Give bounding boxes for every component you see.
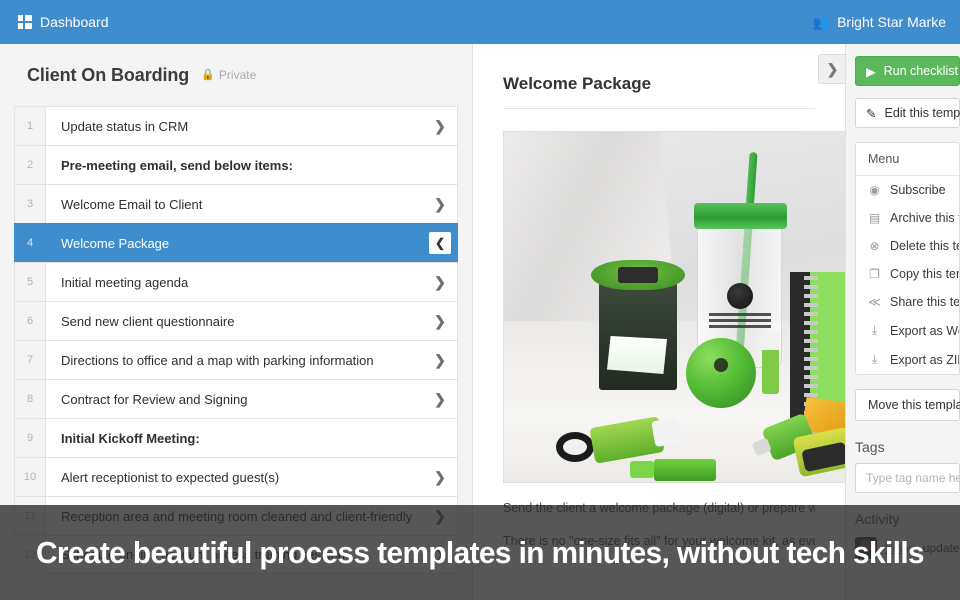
menu-item[interactable]: ⤓ Export as Wo xyxy=(856,316,959,345)
menu-item-label: Export as Wo xyxy=(890,323,960,338)
chevron-right-icon[interactable]: ❯ xyxy=(423,380,457,418)
chevron-right-icon[interactable]: ❯ xyxy=(423,107,457,145)
checklist-item-number: 6 xyxy=(15,302,46,340)
menu-item[interactable]: ⊗ Delete this ter xyxy=(856,232,959,260)
move-template-label: Move this templa xyxy=(868,398,960,412)
chevron-right-icon: ❯ xyxy=(826,60,839,77)
menu-title: Menu xyxy=(856,143,959,176)
organization-menu[interactable]: 👥 Bright Star Marke xyxy=(813,14,946,30)
edit-template-label: Edit this temp xyxy=(884,106,960,120)
menu-item-label: Subscribe xyxy=(890,183,946,197)
top-navigation-bar: Dashboard 👥 Bright Star Marke xyxy=(0,0,960,44)
checklist-item-number: 1 xyxy=(15,107,46,145)
menu-item-label: Export as ZIP xyxy=(890,352,960,367)
chevron-right-icon[interactable]: ❯ xyxy=(423,185,457,223)
checklist-item-label: Contract for Review and Signing xyxy=(61,391,248,407)
checklist-item-number: 8 xyxy=(15,380,46,418)
move-template-button[interactable]: Move this templa xyxy=(855,389,960,421)
chevron-right-icon[interactable]: ❯ xyxy=(423,341,457,379)
play-icon: ▶ xyxy=(866,64,876,79)
menu-list: ◉ Subscribe ▤ Archive this te ⊗ Delete this t… xyxy=(856,176,959,374)
caption-overlay-text: Create beautiful process templates in mi… xyxy=(35,534,925,570)
eye-icon: ◉ xyxy=(869,183,880,197)
checklist-item-label: Welcome Email to Client xyxy=(61,196,203,212)
chevron-right-icon[interactable]: ❯ xyxy=(423,302,457,340)
table-row[interactable]: 2 Pre-meeting email, send below items: xyxy=(14,145,458,184)
copy-icon: ❐ xyxy=(869,267,880,281)
table-row[interactable]: 9 Initial Kickoff Meeting: xyxy=(14,418,458,457)
chevron-right-icon[interactable]: ❯ xyxy=(423,458,457,496)
checklist-item-number: 2 xyxy=(15,146,46,184)
checklist-item-spacer xyxy=(423,146,457,184)
checklist-item-label: Initial Kickoff Meeting: xyxy=(61,430,200,446)
chevron-right-icon[interactable]: ❯ xyxy=(423,263,457,301)
table-row[interactable]: 5 Initial meeting agenda ❯ xyxy=(14,262,458,301)
checklist-item-number: 9 xyxy=(15,419,46,457)
checklist-item-number: 5 xyxy=(15,263,46,301)
template-header: Client On Boarding 🔒 Private xyxy=(0,44,472,106)
menu-item[interactable]: ⤓ Export as ZIP xyxy=(856,345,959,374)
checklist-item-spacer xyxy=(423,419,457,457)
checklist-item-label: Pre-meeting email, send below items: xyxy=(61,157,293,173)
table-row[interactable]: 1 Update status in CRM ❯ xyxy=(14,106,458,145)
checklist-item-label: Initial meeting agenda xyxy=(61,274,189,290)
dashboard-link[interactable]: Dashboard xyxy=(18,14,109,30)
tag-input-placeholder: Type tag name he xyxy=(866,471,960,485)
pencil-icon: ✎ xyxy=(866,106,877,121)
privacy-label: Private xyxy=(218,68,257,82)
welcome-package-photo xyxy=(503,131,845,483)
download-icon: ⤓ xyxy=(871,323,878,337)
delete-circle-icon: ⊗ xyxy=(869,239,880,253)
archive-icon: ▤ xyxy=(868,211,881,225)
checklist-item-number: 7 xyxy=(15,341,46,379)
table-row[interactable]: 6 Send new client questionnaire ❯ xyxy=(14,301,458,340)
menu-item-label: Copy this tem xyxy=(890,267,960,281)
table-row[interactable]: 8 Contract for Review and Signing ❯ xyxy=(14,379,458,418)
checklist-item-number: 4 xyxy=(15,224,46,262)
menu-item[interactable]: ◉ Subscribe xyxy=(856,176,959,204)
task-image-wrapper xyxy=(503,131,845,483)
checklist-item-label: Update status in CRM xyxy=(61,118,189,134)
privacy-badge[interactable]: 🔒 Private xyxy=(201,68,256,82)
checklist-item-label: Send new client questionnaire xyxy=(61,313,235,329)
collapse-panel-button[interactable]: ❮ xyxy=(423,224,457,262)
tag-input[interactable]: Type tag name he xyxy=(855,463,960,493)
edit-template-button[interactable]: ✎ Edit this temp xyxy=(855,98,960,128)
menu-item[interactable]: ≪ Share this ten xyxy=(856,288,959,316)
checklist-items: 1 Update status in CRM ❯ 2 Pre-meeting email… xyxy=(0,106,472,574)
checklist-item-label: Alert receptionist to expected guest(s) xyxy=(61,469,280,485)
app-window: Dashboard 👥 Bright Star Marke Client On … xyxy=(0,0,960,600)
download-icon: ⤓ xyxy=(871,352,878,366)
menu-card: Menu ◉ Subscribe ▤ Archive this te ⊗ Delete t… xyxy=(855,142,960,375)
dashboard-label: Dashboard xyxy=(40,14,109,30)
table-row[interactable]: 10 Alert receptionist to expected guest(s… xyxy=(14,457,458,496)
menu-item-label: Archive this te xyxy=(890,211,959,225)
table-row[interactable]: 3 Welcome Email to Client ❯ xyxy=(14,184,458,223)
task-title: Welcome Package xyxy=(503,74,815,109)
run-checklist-label: Run checklist xyxy=(883,64,958,78)
menu-item-label: Share this ten xyxy=(890,295,960,309)
table-row[interactable]: 4 Welcome Package ❮ xyxy=(14,223,458,262)
page-title: Client On Boarding xyxy=(27,64,190,85)
tags-label: Tags xyxy=(855,439,885,455)
run-checklist-button[interactable]: ▶ Run checklist xyxy=(855,56,960,86)
checklist-item-number: 10 xyxy=(15,458,46,496)
table-row[interactable]: 7 Directions to office and a map with par… xyxy=(14,340,458,379)
menu-item-label: Delete this ter xyxy=(890,239,960,253)
people-icon: 👥 xyxy=(812,14,830,30)
grid-icon xyxy=(18,15,32,29)
checklist-item-label: Directions to office and a map with park… xyxy=(61,352,374,368)
organization-name: Bright Star Marke xyxy=(837,14,946,30)
checklist-item-number: 3 xyxy=(15,185,46,223)
menu-item[interactable]: ❐ Copy this tem xyxy=(856,260,959,288)
lock-icon: 🔒 xyxy=(201,68,215,81)
panel-expand-button[interactable]: ❯ xyxy=(818,54,845,84)
menu-item[interactable]: ▤ Archive this te xyxy=(856,204,959,232)
share-icon: ≪ xyxy=(868,295,881,309)
checklist-item-label: Welcome Package xyxy=(61,235,170,251)
chevron-left-icon: ❮ xyxy=(429,232,451,254)
